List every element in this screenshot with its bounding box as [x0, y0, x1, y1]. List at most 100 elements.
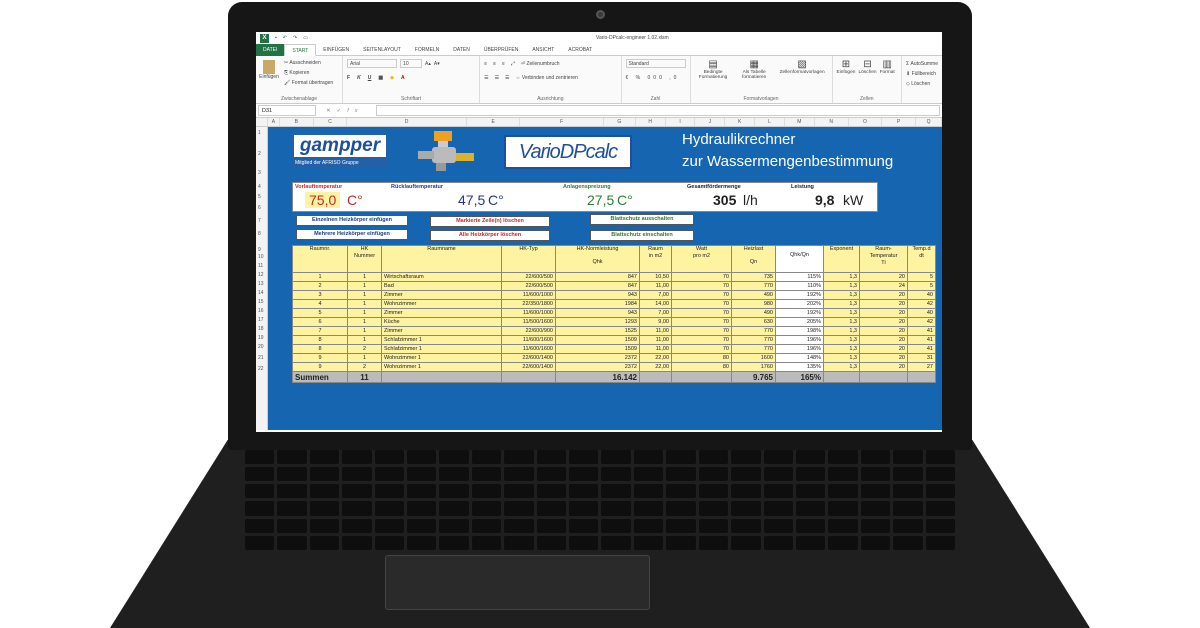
table-cell[interactable]: Zimmer: [381, 308, 502, 318]
table-cell[interactable]: 11/600/1600: [501, 335, 556, 345]
format-cells-button[interactable]: ▥ Format: [880, 59, 895, 75]
table-cell[interactable]: 1: [347, 353, 382, 363]
table-cell[interactable]: Zimmer: [381, 290, 502, 300]
row-header[interactable]: 16: [258, 308, 264, 314]
table-cell[interactable]: 1,3: [823, 308, 860, 318]
tab-ueberpruefen[interactable]: ÜBERPRÜFEN: [477, 44, 525, 56]
table-cell[interactable]: 8: [292, 344, 348, 354]
open-icon[interactable]: ▭: [303, 35, 308, 41]
row-header[interactable]: 22: [258, 366, 264, 372]
table-cell[interactable]: 70: [671, 326, 732, 336]
select-all-corner[interactable]: [256, 118, 268, 126]
name-box[interactable]: D31: [258, 105, 316, 116]
table-cell[interactable]: 1760: [731, 362, 776, 372]
number-format-icons[interactable]: € % 000 ,0: [626, 73, 686, 83]
table-cell[interactable]: 205%: [775, 317, 824, 327]
table-cell[interactable]: 1: [347, 272, 382, 282]
row-header[interactable]: 4: [258, 184, 261, 190]
row-header[interactable]: 11: [258, 263, 263, 269]
align-top-icon[interactable]: ≡: [484, 59, 487, 69]
table-cell[interactable]: 1509: [555, 335, 640, 345]
table-cell[interactable]: 1,3: [823, 272, 860, 282]
column-header[interactable]: G: [604, 118, 636, 126]
table-cell[interactable]: 192%: [775, 308, 824, 318]
table-cell[interactable]: 22/600/500: [501, 272, 556, 282]
table-cell[interactable]: 80: [671, 353, 732, 363]
conditional-format-button[interactable]: ▤ Bedingte Formatierung: [695, 59, 732, 80]
table-cell[interactable]: 115%: [775, 272, 824, 282]
table-cell[interactable]: 1: [347, 299, 382, 309]
table-cell[interactable]: Wirtschaftsraum: [381, 272, 502, 282]
table-cell[interactable]: 5: [907, 272, 936, 282]
tab-datei[interactable]: DATEI: [256, 43, 285, 56]
bold-icon[interactable]: F: [347, 73, 350, 83]
table-cell[interactable]: 70: [671, 335, 732, 345]
undo-icon[interactable]: ↶: [283, 35, 287, 41]
table-cell[interactable]: 1509: [555, 344, 640, 354]
format-as-table-button[interactable]: ▦ Als Tabelle formatieren: [736, 59, 773, 80]
column-header[interactable]: N: [815, 118, 849, 126]
row-header[interactable]: 3: [258, 170, 261, 176]
table-cell[interactable]: 14,00: [639, 299, 672, 309]
table-cell[interactable]: Wohnzimmer 1: [381, 362, 502, 372]
tab-acrobat[interactable]: ACROBAT: [561, 44, 599, 56]
table-cell[interactable]: Wohnzimmer 1: [381, 353, 502, 363]
table-cell[interactable]: 20: [859, 344, 908, 354]
table-cell[interactable]: 42: [907, 317, 936, 327]
delete-cells-button[interactable]: ⊟ Löschen: [858, 59, 876, 75]
table-cell[interactable]: 20: [859, 299, 908, 309]
align-right-icon[interactable]: ☰: [505, 73, 509, 83]
column-header[interactable]: Q: [916, 118, 942, 126]
table-cell[interactable]: 42: [907, 299, 936, 309]
table-cell[interactable]: 202%: [775, 299, 824, 309]
save-icon[interactable]: ▪: [275, 35, 277, 41]
table-cell[interactable]: 2: [347, 362, 382, 372]
table-cell[interactable]: 22,00: [639, 362, 672, 372]
table-cell[interactable]: 5: [292, 308, 348, 318]
table-cell[interactable]: 11/600/1600: [501, 344, 556, 354]
font-name-select[interactable]: Arial: [347, 59, 398, 68]
table-cell[interactable]: 980: [731, 299, 776, 309]
table-cell[interactable]: 110%: [775, 281, 824, 291]
table-cell[interactable]: 1,3: [823, 362, 860, 372]
table-cell[interactable]: 8: [292, 335, 348, 345]
table-cell[interactable]: 20: [859, 290, 908, 300]
row-header[interactable]: 13: [258, 281, 264, 287]
table-cell[interactable]: 11/600/1000: [501, 290, 556, 300]
merge-button[interactable]: ⇔ Verbinden und zentrieren: [516, 73, 578, 83]
table-cell[interactable]: 11,00: [639, 281, 672, 291]
paste-button[interactable]: Einfügen: [259, 60, 279, 80]
column-header[interactable]: L: [755, 118, 785, 126]
row-header[interactable]: 7: [258, 218, 261, 224]
table-cell[interactable]: 1: [347, 326, 382, 336]
table-cell[interactable]: 1,3: [823, 299, 860, 309]
table-cell[interactable]: 198%: [775, 326, 824, 336]
table-cell[interactable]: 31: [907, 353, 936, 363]
table-cell[interactable]: 1600: [731, 353, 776, 363]
table-cell[interactable]: 943: [555, 290, 640, 300]
table-cell[interactable]: 2372: [555, 362, 640, 372]
table-cell[interactable]: 70: [671, 317, 732, 327]
table-cell[interactable]: 196%: [775, 335, 824, 345]
font-color-icon[interactable]: A: [401, 73, 405, 83]
table-cell[interactable]: 27: [907, 362, 936, 372]
table-cell[interactable]: 70: [671, 299, 732, 309]
table-cell[interactable]: 196%: [775, 344, 824, 354]
table-cell[interactable]: 22/350/1800: [501, 299, 556, 309]
table-cell[interactable]: 20: [859, 335, 908, 345]
table-cell[interactable]: 1,3: [823, 353, 860, 363]
table-cell[interactable]: 22/600/900: [501, 326, 556, 336]
align-left-icon[interactable]: ☰: [484, 73, 488, 83]
table-cell[interactable]: 770: [731, 335, 776, 345]
table-cell[interactable]: 10,50: [639, 272, 672, 282]
table-cell[interactable]: 41: [907, 326, 936, 336]
row-header[interactable]: 20: [258, 344, 264, 350]
table-cell[interactable]: 1: [292, 272, 348, 282]
table-cell[interactable]: 11/500/1600: [501, 317, 556, 327]
column-header[interactable]: P: [882, 118, 917, 126]
table-cell[interactable]: 6: [292, 317, 348, 327]
cut-button[interactable]: ✂ Ausschneiden: [284, 58, 333, 68]
table-cell[interactable]: 1: [347, 308, 382, 318]
insert-single-radiator-button[interactable]: Einzelnen Heizkörper einfügen: [296, 215, 408, 226]
table-cell[interactable]: 847: [555, 272, 640, 282]
